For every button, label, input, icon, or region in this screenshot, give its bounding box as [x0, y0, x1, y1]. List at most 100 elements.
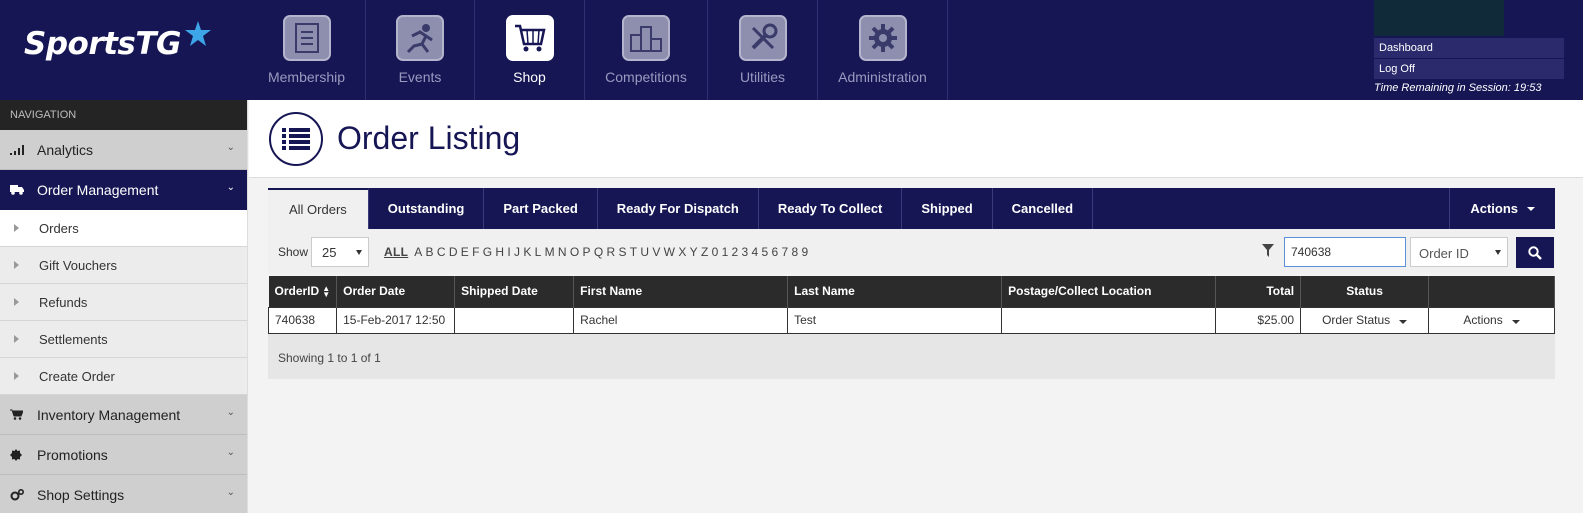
page-size-value: 25 [322, 245, 337, 260]
letter-link[interactable]: G [483, 245, 493, 259]
tab-ready-for-dispatch[interactable]: Ready For Dispatch [598, 188, 759, 229]
letter-link[interactable]: V [652, 245, 660, 259]
letter-all-link[interactable]: ALL [384, 245, 408, 259]
caret-down-icon [1527, 206, 1535, 211]
sidebar-item-label: Create Order [39, 368, 115, 384]
letter-link[interactable]: N [558, 245, 567, 259]
tabs-actions-button[interactable]: Actions [1449, 188, 1555, 229]
sidebar-item-gift-vouchers[interactable]: Gift Vouchers [0, 247, 247, 284]
table-row[interactable]: 740638 15-Feb-2017 12:50 Rachel Test $25… [267, 306, 1555, 334]
letter-link[interactable]: S [618, 245, 626, 259]
tab-part-packed[interactable]: Part Packed [484, 188, 598, 229]
nav-utilities[interactable]: Utilities [708, 0, 818, 100]
letter-link[interactable]: O [570, 245, 580, 259]
caret-right-icon [14, 261, 19, 269]
letter-link[interactable]: F [472, 245, 480, 259]
page-size-select[interactable]: 25 [311, 237, 369, 267]
sidebar-section-shop-settings[interactable]: Shop Settings ⌄ [0, 475, 247, 513]
letter-link[interactable]: Q [594, 245, 604, 259]
letter-link[interactable]: 3 [742, 245, 749, 259]
nav-membership[interactable]: Membership [248, 0, 366, 100]
dashboard-link[interactable]: Dashboard [1374, 38, 1564, 58]
nav-competitions[interactable]: Competitions [585, 0, 708, 100]
logoff-link[interactable]: Log Off [1374, 59, 1564, 79]
letter-link[interactable]: B [426, 245, 434, 259]
sidebar-item-settlements[interactable]: Settlements [0, 321, 247, 358]
col-location[interactable]: Postage/Collect Location [1001, 276, 1217, 307]
tab-outstanding[interactable]: Outstanding [369, 188, 485, 229]
sidebar-section-inventory[interactable]: Inventory Management ⌄ [0, 395, 247, 435]
tab-shipped[interactable]: Shipped [902, 188, 993, 229]
letter-link[interactable]: M [545, 245, 555, 259]
letter-link[interactable]: 7 [781, 245, 788, 259]
col-order-date[interactable]: Order Date [336, 276, 456, 307]
dropdown-arrow-icon [356, 250, 362, 255]
col-total[interactable]: Total [1215, 276, 1302, 307]
nav-events[interactable]: Events [366, 0, 475, 100]
sidebar-section-analytics[interactable]: Analytics ⌄ [0, 130, 247, 170]
letter-link[interactable]: R [606, 245, 615, 259]
actions-label: Actions [1463, 313, 1503, 327]
sidebar-item-create-order[interactable]: Create Order [0, 358, 247, 395]
letter-link[interactable]: 6 [771, 245, 778, 259]
letter-link[interactable]: K [523, 245, 531, 259]
letter-link[interactable]: I [507, 245, 511, 259]
col-actions [1428, 276, 1555, 307]
col-shipped-date[interactable]: Shipped Date [454, 276, 575, 307]
letter-link[interactable]: E [461, 245, 469, 259]
col-order-id[interactable]: OrderID ▲ ▼ [268, 276, 338, 307]
sidebar-item-orders[interactable]: Orders [0, 210, 247, 247]
letter-link[interactable]: J [514, 245, 520, 259]
letter-link[interactable]: C [437, 245, 446, 259]
sidebar-item-label: Settlements [39, 331, 108, 347]
sidebar-section-order-management[interactable]: Order Management ⌄ [0, 170, 247, 210]
letter-link[interactable]: 0 [712, 245, 719, 259]
status-label: Order Status [1322, 313, 1391, 327]
sidebar-section-promotions[interactable]: Promotions ⌄ [0, 435, 247, 475]
col-last-name[interactable]: Last Name [787, 276, 1003, 307]
row-actions-dropdown[interactable]: Actions [1428, 306, 1555, 334]
order-status-dropdown[interactable]: Order Status [1300, 306, 1430, 334]
actions-label: Actions [1470, 201, 1518, 216]
nav-label: Membership [267, 69, 346, 85]
letter-link[interactable]: H [495, 245, 504, 259]
letter-link[interactable]: 9 [801, 245, 808, 259]
nav-administration[interactable]: Administration [818, 0, 948, 100]
chevron-down-icon: ⌄ [226, 487, 235, 498]
letter-link[interactable]: Z [701, 245, 709, 259]
filter-bar: Show 25 ALL A B C D E F G H I J K L M N O P Q R S T U V W X Y Z 0 1 2… [268, 229, 1555, 274]
letter-link[interactable]: 4 [752, 245, 759, 259]
sportstg-logo[interactable]: SportsTG [24, 21, 211, 62]
caret-right-icon [14, 372, 19, 380]
search-field-value: Order ID [1419, 246, 1469, 261]
tab-all-orders[interactable]: All Orders [268, 188, 369, 229]
letter-link[interactable]: X [678, 245, 686, 259]
session-panel: Dashboard Log Off Time Remaining in Sess… [1374, 0, 1564, 94]
top-nav: Membership Events Shop Competitions Util… [248, 0, 948, 100]
search-input[interactable]: 740638 [1284, 237, 1406, 267]
letter-link[interactable]: 8 [791, 245, 798, 259]
account-block [1374, 0, 1504, 36]
table-header-row: OrderID ▲ ▼ Order Date Shipped Date First … [268, 276, 1555, 307]
letter-link[interactable]: P [583, 245, 591, 259]
tab-cancelled[interactable]: Cancelled [993, 188, 1094, 229]
col-first-name[interactable]: First Name [573, 276, 789, 307]
search-field-select[interactable]: Order ID [1410, 237, 1508, 267]
nav-shop[interactable]: Shop [475, 0, 585, 100]
top-bar: SportsTG Membership Events Shop Competit… [0, 0, 1583, 100]
letter-link[interactable]: U [640, 245, 649, 259]
letter-link[interactable]: 5 [762, 245, 769, 259]
sidebar-item-refunds[interactable]: Refunds [0, 284, 247, 321]
letter-link[interactable]: W [664, 245, 676, 259]
letter-link[interactable]: L [535, 245, 542, 259]
caret-down-icon [1511, 320, 1520, 324]
letter-link[interactable]: Y [690, 245, 698, 259]
search-button[interactable] [1516, 237, 1554, 268]
letter-link[interactable]: 1 [722, 245, 729, 259]
tab-ready-to-collect[interactable]: Ready To Collect [759, 188, 903, 229]
letter-link[interactable]: 2 [732, 245, 739, 259]
letter-link[interactable]: A [414, 245, 422, 259]
letter-link[interactable]: D [449, 245, 458, 259]
show-label: Show [278, 245, 309, 259]
letter-link[interactable]: T [630, 245, 638, 259]
